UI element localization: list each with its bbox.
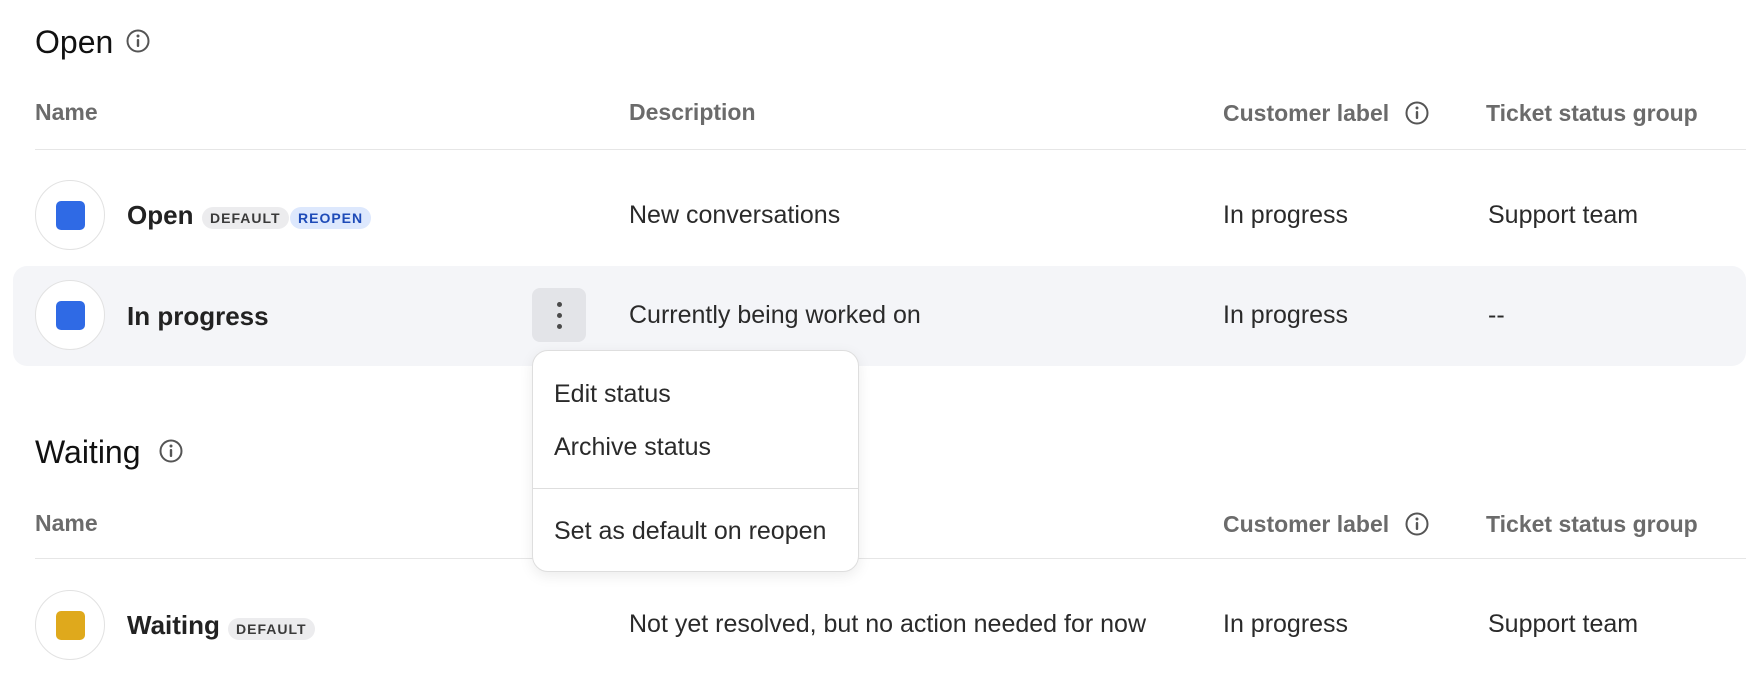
more-options-button[interactable]	[532, 288, 586, 342]
ticket-status-group-value: Support team	[1488, 201, 1639, 229]
section-title-waiting: Waiting	[35, 434, 141, 470]
info-icon[interactable]	[158, 438, 184, 464]
ticket-status-group-value: Support team	[1488, 610, 1639, 638]
status-color-avatar[interactable]	[35, 590, 105, 660]
customer-label-info-icon[interactable]	[1404, 511, 1430, 537]
customer-label-value: In progress	[1223, 610, 1349, 638]
header-divider	[35, 149, 1746, 150]
status-color-avatar	[35, 180, 105, 250]
status-description: New conversations	[629, 201, 841, 229]
menu-item-set-default-on-reopen[interactable]: Set as default on reopen	[554, 519, 826, 544]
column-header-ticket-status-group[interactable]: Ticket status group	[1486, 513, 1698, 536]
info-icon[interactable]	[125, 28, 151, 54]
status-color-swatch	[56, 611, 85, 640]
status-name: Waiting	[127, 610, 220, 640]
menu-divider	[533, 488, 858, 489]
status-color-avatar	[35, 280, 105, 350]
column-header-customer-label[interactable]: Customer label	[1223, 513, 1389, 536]
status-context-menu: Edit status Archive status Set as defaul…	[532, 350, 859, 572]
default-badge: DEFAULT	[202, 207, 289, 229]
table-row-open[interactable]	[35, 180, 105, 250]
header-divider	[35, 558, 1746, 559]
ticket-status-group-value: --	[1488, 301, 1505, 329]
status-color-swatch	[56, 201, 85, 230]
vertical-ellipsis-icon	[557, 302, 562, 307]
section-title-open: Open	[35, 24, 114, 60]
column-header-customer-label[interactable]: Customer label	[1223, 102, 1389, 125]
column-header-name[interactable]: Name	[35, 512, 98, 535]
status-name: In progress	[127, 301, 269, 331]
customer-label-value: In progress	[1223, 301, 1349, 329]
status-color-swatch	[56, 301, 85, 330]
column-header-ticket-status-group[interactable]: Ticket status group	[1486, 102, 1698, 125]
column-header-description[interactable]: Description	[629, 101, 756, 124]
status-description: Not yet resolved, but no action needed f…	[629, 610, 1146, 638]
reopen-badge: REOPEN	[290, 207, 372, 229]
customer-label-info-icon[interactable]	[1404, 100, 1430, 126]
customer-label-value: In progress	[1223, 201, 1349, 229]
status-description: Currently being worked on	[629, 301, 921, 329]
default-badge: DEFAULT	[228, 618, 315, 640]
column-header-name[interactable]: Name	[35, 101, 98, 124]
status-name: Open	[127, 200, 194, 230]
menu-item-edit-status[interactable]: Edit status	[554, 382, 671, 407]
menu-item-archive-status[interactable]: Archive status	[554, 435, 711, 460]
